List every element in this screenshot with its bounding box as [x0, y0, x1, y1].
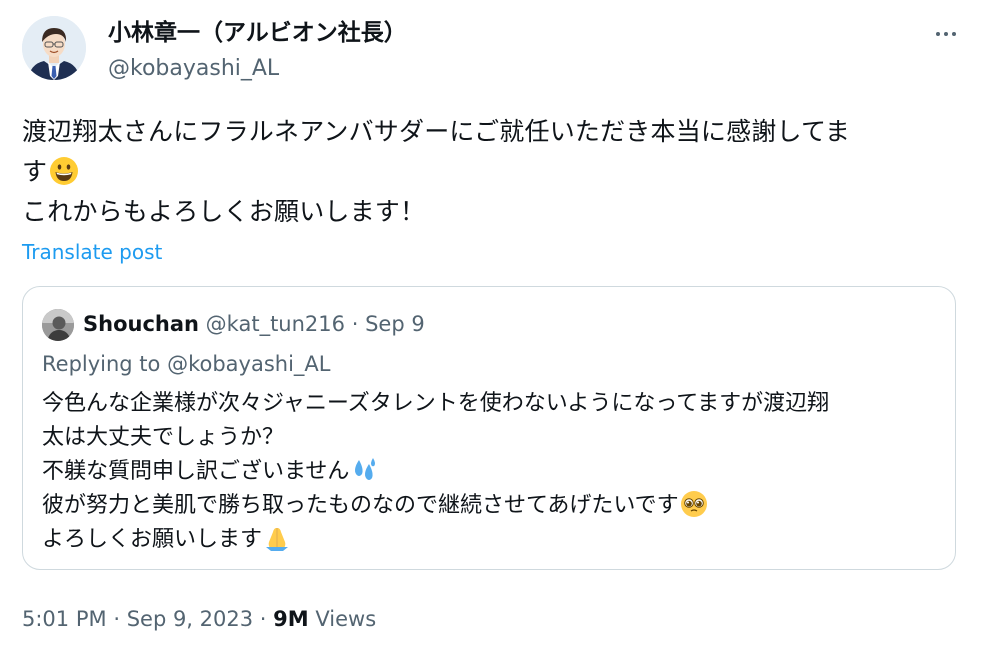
post-line: 渡辺翔太さんにフラルネアンバサダーにご就任いただき本当に感謝してま [22, 117, 851, 146]
views-label: Views [315, 607, 377, 631]
post-time[interactable]: 5:01 PM [22, 607, 107, 631]
replying-to-label: Replying to [42, 352, 161, 376]
author-handle[interactable]: @kobayashi_AL [108, 55, 279, 83]
quoted-line: 今色んな企業様が次々ジャニーズタレントを使わないようになってますが渡辺翔 [42, 391, 830, 416]
pleading-face-emoji [680, 491, 707, 517]
quoted-date[interactable]: Sep 9 [365, 312, 425, 336]
quoted-line: 太は大丈夫でしょうか？ [42, 425, 285, 450]
separator-dot: · [351, 312, 359, 336]
quoted-author-name[interactable]: Shouchan [83, 312, 199, 336]
post-text: 渡辺翔太さんにフラルネアンバサダーにご就任いただき本当に感謝してま す これから… [22, 112, 972, 232]
post-line-with-emoji: す [22, 152, 972, 192]
quoted-header: Shouchan @kat_tun216 · Sep 9 [83, 309, 425, 339]
quoted-author-handle[interactable]: @kat_tun216 [206, 312, 345, 336]
businessman-avatar-illustration [22, 16, 86, 80]
quoted-line: 不躾な質問申し訳ございません [42, 459, 350, 484]
sweat-droplets-emoji [355, 458, 376, 480]
author-avatar[interactable] [22, 16, 86, 80]
quoted-text: 今色んな企業様が次々ジャニーズタレントを使わないようになってますが渡辺翔 太は大… [42, 387, 942, 557]
quoted-line: 彼が努力と美肌で勝ち取ったものなので継続させてあげたいです [42, 493, 679, 518]
quoted-author-avatar[interactable] [42, 309, 74, 341]
folded-hands-emoji [266, 528, 289, 551]
tweet: 小林章一（アルビオン社長） @kobayashi_AL 渡辺翔太さんにフラルネア… [0, 0, 1000, 647]
translate-post-link[interactable]: Translate post [22, 238, 162, 266]
quoted-line: よろしくお願いします [42, 527, 263, 552]
more-horizontal-icon [936, 32, 940, 36]
tweet-footer: 5:01 PM · Sep 9, 2023 · 9M Views [22, 604, 376, 634]
more-dot [944, 32, 948, 36]
person-photo-avatar [42, 309, 74, 341]
post-date[interactable]: Sep 9, 2023 [127, 607, 253, 631]
replying-to: Replying to @kobayashi_AL [42, 349, 331, 379]
post-line: これからもよろしくお願いします！ [22, 197, 426, 226]
quoted-line-with-emoji: よろしくお願いします [42, 523, 942, 557]
quoted-tweet[interactable]: Shouchan @kat_tun216 · Sep 9 Replying to… [22, 286, 956, 570]
replying-to-handle[interactable]: @kobayashi_AL [167, 352, 330, 376]
views-count[interactable]: 9M [273, 607, 309, 631]
post-line: す [22, 157, 48, 186]
more-dot [952, 32, 956, 36]
quoted-line-with-emoji: 不躾な質問申し訳ございません [42, 455, 942, 489]
separator-dot: · [259, 607, 267, 631]
quoted-line-with-emoji: 彼が努力と美肌で勝ち取ったものなので継続させてあげたいです [42, 489, 942, 523]
more-options-button[interactable] [930, 20, 962, 48]
author-name[interactable]: 小林章一（アルビオン社長） [108, 18, 407, 48]
separator-dot: · [113, 607, 120, 631]
grinning-face-emoji [50, 157, 79, 185]
